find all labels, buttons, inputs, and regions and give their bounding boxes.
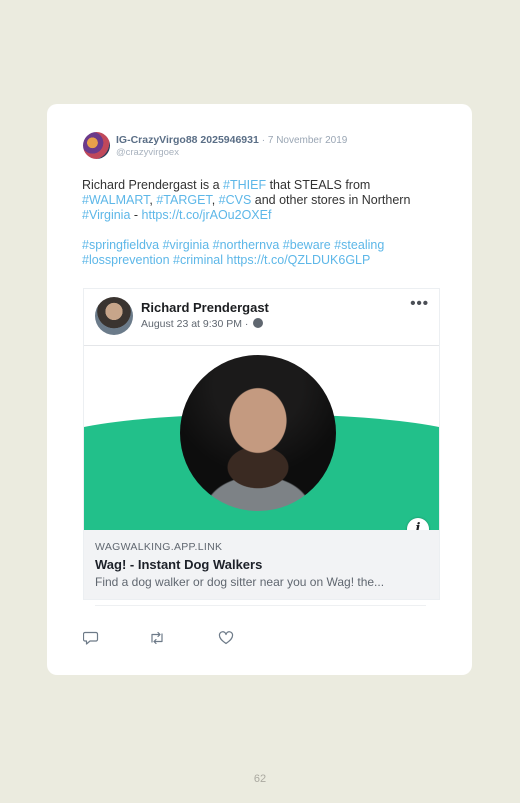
hashtag-cvs[interactable]: #CVS: [219, 193, 252, 207]
tweet-paragraph-2: #springfieldva #virginia #northernva #be…: [82, 238, 452, 268]
tweet-card: IG-CrazyVirgo88 2025946931 · 7 November …: [47, 104, 472, 675]
more-options-icon[interactable]: •••: [410, 295, 429, 312]
facebook-embed[interactable]: Richard Prendergast August 23 at 9:30 PM…: [83, 288, 440, 600]
hashtag-thief[interactable]: #THIEF: [223, 178, 266, 192]
reply-icon[interactable]: [83, 631, 99, 645]
tweet-paragraph-1: Richard Prendergast is a #THIEF that STE…: [82, 178, 411, 222]
tweet-date: · 7 November 2019: [261, 135, 348, 146]
user-handle[interactable]: @crazyvirgoex: [116, 147, 179, 158]
actions-divider: [95, 605, 426, 606]
link-preview[interactable]: WAGWALKING.APP.LINK Wag! - Instant Dog W…: [84, 530, 439, 599]
hashtag-target[interactable]: #TARGET: [156, 193, 211, 207]
hashtag-walmart[interactable]: #WALMART: [82, 193, 149, 207]
hashtag-virginia[interactable]: #Virginia: [82, 208, 130, 222]
link-description: Find a dog walker or dog sitter near you…: [95, 575, 385, 589]
embed-author-name[interactable]: Richard Prendergast: [141, 300, 269, 315]
embed-timestamp[interactable]: August 23 at 9:30 PM ·: [141, 318, 251, 330]
embed-meta: August 23 at 9:30 PM ·: [141, 318, 264, 330]
globe-icon: [253, 318, 264, 328]
tweet-text: Richard Prendergast is a #THIEF that STE…: [82, 178, 452, 283]
like-icon[interactable]: [218, 631, 234, 645]
user-name[interactable]: IG-CrazyVirgo88 2025946931: [116, 134, 259, 146]
page-number: 62: [253, 773, 267, 785]
profile-photo: [180, 355, 336, 511]
tweet-link-1[interactable]: https://t.co/jrAOu2OXEf: [142, 208, 272, 222]
embed-avatar[interactable]: [95, 297, 133, 335]
retweet-icon[interactable]: [149, 631, 165, 645]
user-avatar[interactable]: [83, 132, 110, 159]
user-name-line: IG-CrazyVirgo88 2025946931 · 7 November …: [116, 134, 347, 146]
tweet-link-2[interactable]: https://t.co/QZLDUK6GLP: [227, 253, 371, 267]
link-domain: WAGWALKING.APP.LINK: [95, 541, 223, 553]
link-title: Wag! - Instant Dog Walkers: [95, 557, 263, 572]
link-banner-image[interactable]: i: [84, 346, 439, 530]
